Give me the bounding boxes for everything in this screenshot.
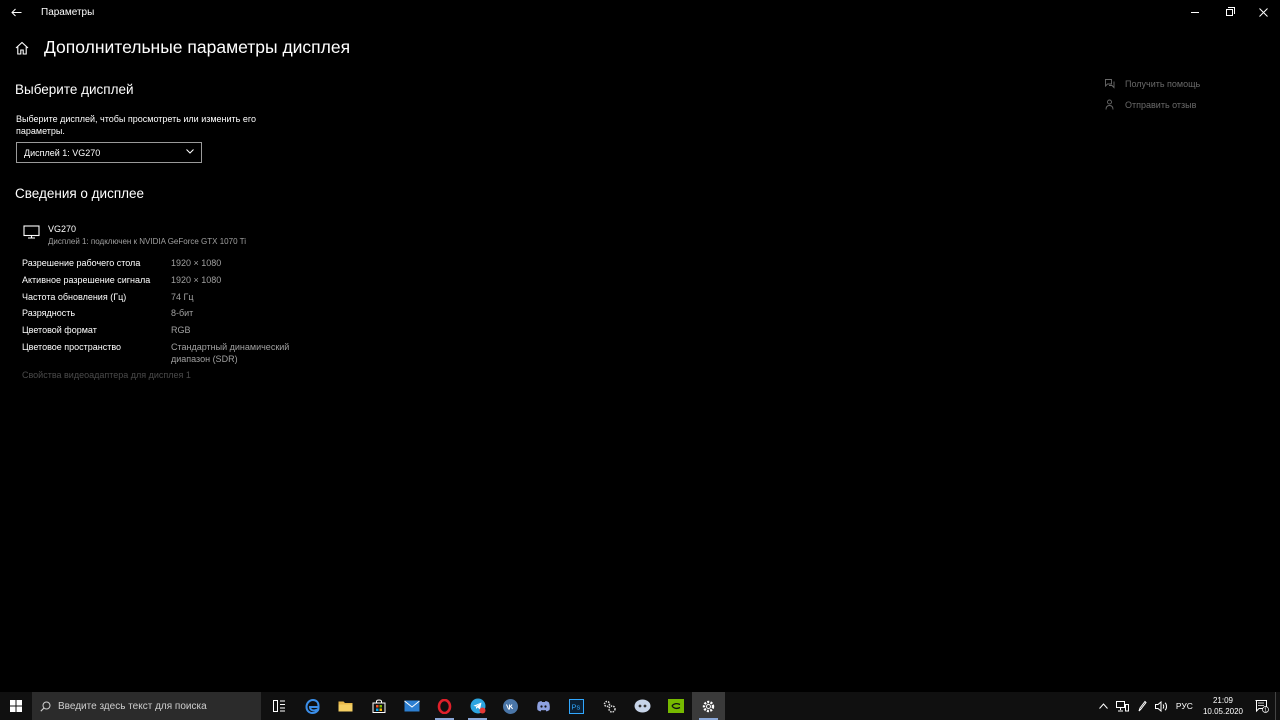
send-feedback-link[interactable]: Отправить отзыв [1104,99,1196,110]
adapter-properties-link[interactable]: Свойства видеоадаптера для дисплея 1 [22,370,191,380]
taskbar-telegram[interactable] [461,692,494,720]
monitor-icon [23,225,40,239]
taskbar: Введите здесь текст для поиска Ps РУС 21… [0,692,1280,720]
taskbar-app-cloud[interactable] [626,692,659,720]
taskbar-edge[interactable] [296,692,329,720]
page-title: Дополнительные параметры дисплея [44,37,351,57]
minimize-button[interactable] [1178,0,1212,24]
gear-icon [702,700,715,712]
search-icon [40,701,51,712]
info-label: Цветовой формат [22,325,97,335]
get-help-label: Получить помощь [1125,78,1201,89]
nvidia-icon [667,699,684,713]
close-icon [1258,7,1268,17]
taskbar-settings[interactable] [692,692,725,720]
taskbar-file-explorer[interactable] [329,692,362,720]
mail-icon [403,700,420,712]
tray-overflow-button[interactable] [1095,692,1112,720]
opera-icon [437,698,452,714]
monitor-name: VG270 [48,224,77,234]
show-desktop-button[interactable] [1275,692,1280,720]
tray-network[interactable] [1112,692,1133,720]
info-value: 1920 × 1080 [171,275,222,285]
search-placeholder: Введите здесь текст для поиска [58,700,207,712]
taskbar-photoshop[interactable]: Ps [560,692,593,720]
taskbar-vk[interactable] [494,692,527,720]
title-bar: Параметры [0,0,1280,24]
action-center-button[interactable]: 1 [1249,692,1275,720]
folder-icon [338,701,353,712]
info-label: Цветовое пространство [22,342,122,352]
minimize-icon [1191,11,1199,13]
taskbar-store[interactable] [362,692,395,720]
info-label: Частота обновления (Гц) [22,292,127,302]
clock-time: 21:09 [1212,696,1233,705]
task-view-button[interactable] [263,692,296,720]
get-help-link[interactable]: Получить помощь [1104,78,1200,89]
edge-icon [305,698,320,714]
discord-icon [537,701,550,712]
store-bag-icon [372,699,385,713]
telegram-icon [470,698,485,714]
restore-button[interactable] [1212,0,1246,24]
info-value: 1920 × 1080 [171,258,222,268]
home-icon[interactable] [15,41,29,55]
info-label: Разрядность [22,308,76,318]
start-button[interactable] [0,692,32,720]
info-value: RGB [171,325,191,335]
taskbar-mail[interactable] [395,692,428,720]
clock-date: 10.05.2020 [1202,707,1243,716]
pen-icon [1138,700,1147,712]
task-view-icon [273,700,285,712]
taskbar-discord[interactable] [527,692,560,720]
send-feedback-label: Отправить отзыв [1125,99,1197,110]
tray-clock[interactable]: 21:09 10.05.2020 [1197,695,1249,717]
cloud-app-icon [634,699,651,713]
taskbar-search-box[interactable]: Введите здесь текст для поиска [32,692,261,720]
taskbar-settings-tools[interactable] [593,692,626,720]
back-button[interactable] [0,0,32,24]
info-label: Разрешение рабочего стола [22,258,141,268]
display-select[interactable]: Дисплей 1: VG270 [16,142,202,163]
back-arrow-icon [10,8,21,16]
windows-logo-icon [10,700,22,712]
help-chat-icon [1105,79,1115,89]
network-icon [1115,700,1129,711]
info-value: Стандартный динамический диапазон (SDR) [171,342,290,364]
taskbar-opera[interactable] [428,692,461,720]
photoshop-icon: Ps [569,698,584,714]
feedback-person-icon [1105,99,1114,110]
info-value: 74 Гц [171,292,194,302]
chevron-up-icon [1099,703,1108,709]
gears-icon [603,700,616,713]
volume-icon [1154,700,1167,712]
notification-icon: 1 [1255,699,1269,713]
svg-text:Ps: Ps [572,702,581,711]
window-controls [1178,0,1280,24]
restore-icon [1225,6,1235,16]
taskbar-apps: Ps [263,692,725,720]
tray-volume[interactable] [1151,692,1172,720]
window-title: Параметры [41,6,95,18]
taskbar-nvidia[interactable] [659,692,692,720]
notification-count: 1 [1264,707,1267,713]
close-button[interactable] [1246,0,1280,24]
info-label: Активное разрешение сигнала [22,275,151,285]
select-display-heading: Выберите дисплей [15,82,134,97]
tray-pen[interactable] [1133,692,1151,720]
info-value: 8-бит [171,308,194,318]
chevron-down-icon [186,149,194,154]
monitor-subtitle: Дисплей 1: подключен к NVIDIA GeForce GT… [48,237,246,246]
display-info-heading: Сведения о дисплее [15,186,145,201]
select-display-description: Выберите дисплей, чтобы просмотреть или … [16,114,256,136]
tray-language[interactable]: РУС [1172,692,1197,720]
system-tray: РУС 21:09 10.05.2020 1 [1095,692,1280,720]
display-select-value: Дисплей 1: VG270 [24,147,101,158]
vk-icon [503,698,518,714]
